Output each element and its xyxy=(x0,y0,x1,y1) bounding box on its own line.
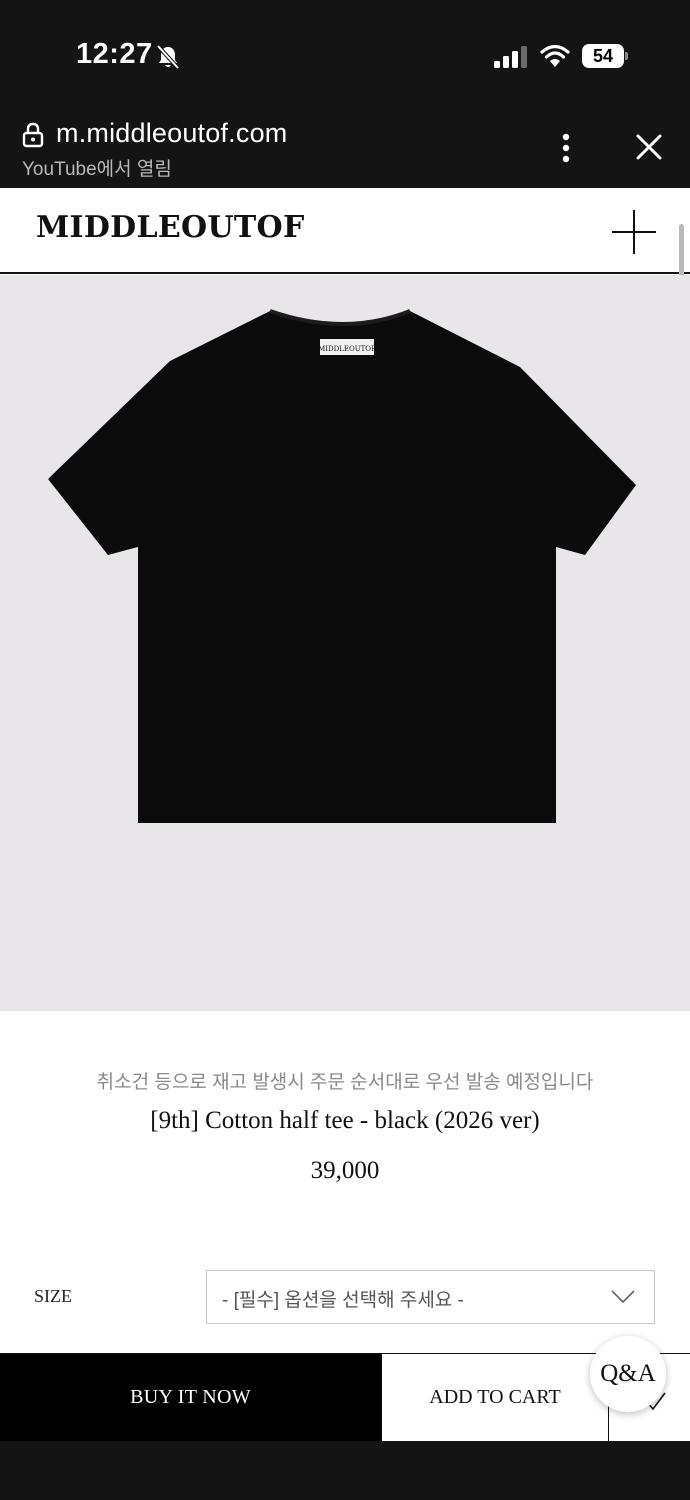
tshirt-image: MIDDLEOUTOF xyxy=(48,309,636,823)
url-text[interactable]: m.middleoutof.com xyxy=(56,118,288,149)
size-label: SIZE xyxy=(34,1286,72,1306)
product-name: [9th] Cotton half tee - black (2026 ver) xyxy=(150,1107,540,1134)
status-bar: 12:27 54 xyxy=(0,0,690,110)
status-time: 12:27 xyxy=(76,38,153,70)
bell-muted-icon xyxy=(156,44,180,70)
battery-indicator: 54 xyxy=(582,44,628,68)
size-option-row: SIZE - [필수] 옵션을 선택해 주세요 - xyxy=(0,1270,690,1326)
close-icon[interactable] xyxy=(634,132,664,162)
more-options-icon[interactable] xyxy=(556,132,576,164)
qa-button[interactable]: Q&A xyxy=(590,1336,666,1412)
battery-tip xyxy=(625,52,628,60)
bottom-browser-strip xyxy=(0,1441,690,1500)
browser-bar: m.middleoutof.com YouTube에서 열림 xyxy=(0,110,690,188)
signal-icon xyxy=(494,46,527,68)
lock-icon xyxy=(22,122,44,148)
site-header: MIDDLEOUTOF xyxy=(0,188,690,274)
opened-from-text: YouTube에서 열림 xyxy=(22,159,172,180)
product-price: 39,000 xyxy=(310,1157,380,1184)
size-select-value: - [필수] 옵션을 선택해 주세요 - xyxy=(222,1290,464,1311)
web-page: MIDDLEOUTOF MIDDLEOUTOF 취소건 등으로 재고 발생시 주… xyxy=(0,188,690,1440)
shirt-tag-label: MIDDLEOUTOF xyxy=(318,345,376,353)
action-bar: BUY IT NOW ADD TO CART xyxy=(0,1353,690,1441)
product-image[interactable]: MIDDLEOUTOF xyxy=(0,275,690,1011)
chevron-down-icon xyxy=(611,1290,635,1304)
site-logo[interactable]: MIDDLEOUTOF xyxy=(36,210,305,245)
menu-plus-icon[interactable] xyxy=(612,210,656,254)
stock-notice: 취소건 등으로 재고 발생시 주문 순서대로 우선 발송 예정입니다 xyxy=(96,1072,594,1093)
wifi-icon xyxy=(540,44,570,67)
buy-now-button[interactable]: BUY IT NOW xyxy=(0,1354,381,1441)
add-to-cart-button[interactable]: ADD TO CART xyxy=(381,1354,608,1441)
product-info: 취소건 등으로 재고 발생시 주문 순서대로 우선 발송 예정입니다 [9th]… xyxy=(0,1011,690,1271)
battery-level: 54 xyxy=(582,44,624,68)
size-select[interactable]: - [필수] 옵션을 선택해 주세요 - xyxy=(206,1270,655,1324)
